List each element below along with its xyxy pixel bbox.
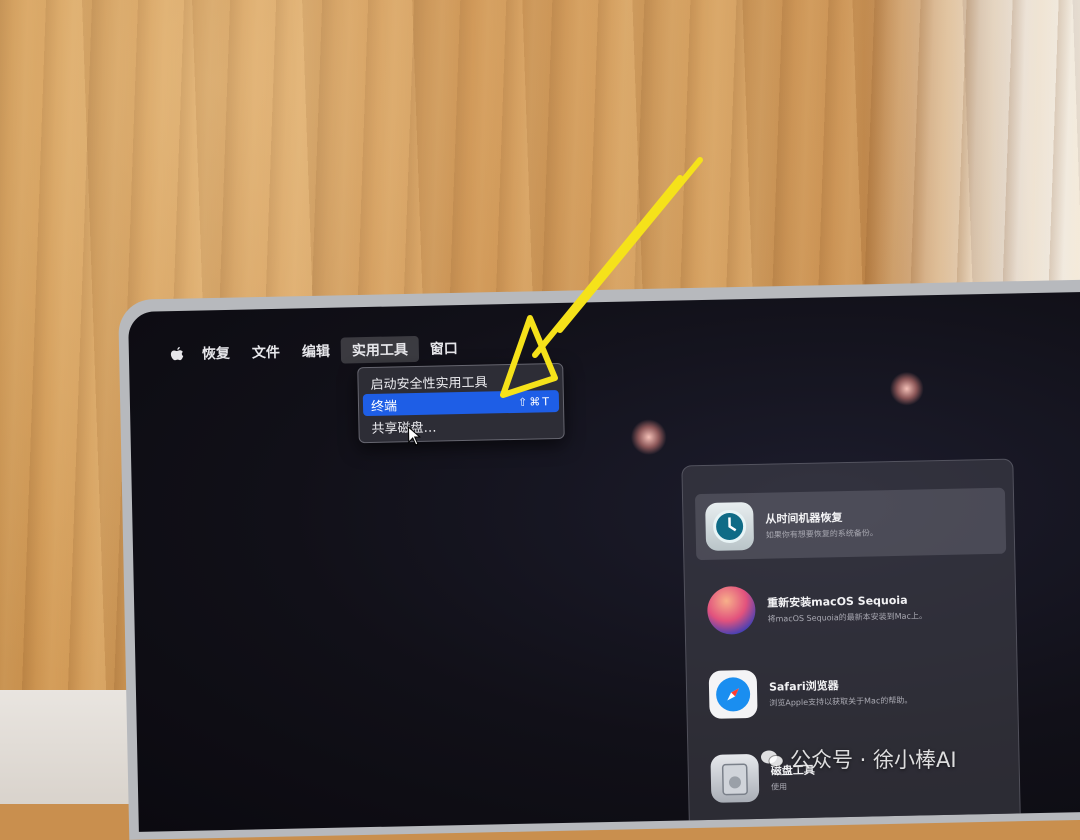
- option-title: 从时间机器恢复: [765, 511, 843, 526]
- menu-item-label: 启动安全性实用工具: [370, 374, 488, 393]
- menu-bar: 恢复 文件 编辑 实用工具 窗口: [169, 335, 469, 367]
- watermark-text: 公众号 · 徐小棒AI: [790, 748, 957, 772]
- light-reflection: [630, 418, 668, 456]
- menu-recovery[interactable]: 恢复: [191, 340, 242, 367]
- light-reflection: [889, 371, 925, 407]
- option-description: 使用: [770, 782, 788, 792]
- mouse-pointer-icon: [407, 426, 421, 446]
- menu-item-terminal[interactable]: 终端 ⇧⌘T: [362, 389, 560, 446]
- option-title: Safari浏览器: [768, 679, 839, 694]
- disk-utility-icon: [710, 753, 760, 803]
- option-description: 将macOS Sequoia的最新本安装到Mac上。: [767, 611, 928, 624]
- option-time-machine[interactable]: 从时间机器恢复 如果你有想要恢复的系统备份。: [694, 487, 1007, 561]
- menu-window[interactable]: 窗口: [419, 335, 470, 362]
- menu-item-label: 共享磁盘…: [371, 420, 437, 437]
- utilities-dropdown-menu: 启动安全性实用工具 终端 ⇧⌘T 共享磁盘…: [357, 362, 565, 446]
- recovery-options-panel: 从时间机器恢复 如果你有想要恢复的系统备份。 重新安装macOS Sequoia…: [681, 458, 1022, 832]
- macos-sequoia-icon: [706, 585, 756, 635]
- watermark: 公众号 · 徐小棒AI: [760, 744, 957, 774]
- menu-file[interactable]: 文件: [241, 339, 292, 366]
- option-reinstall-macos[interactable]: 重新安装macOS Sequoia 将macOS Sequoia的最新本安装到M…: [697, 572, 1008, 644]
- option-description: 如果你有想要恢复的系统备份。: [765, 528, 878, 540]
- menu-edit[interactable]: 编辑: [291, 338, 342, 365]
- keyboard-shortcut: ⇧⌘T: [517, 394, 552, 409]
- option-safari[interactable]: Safari浏览器 浏览Apple支持以获取关于Mac的帮助。: [698, 656, 1009, 728]
- option-title: 重新安装macOS Sequoia: [767, 593, 908, 610]
- time-machine-icon: [705, 501, 755, 551]
- menu-utilities[interactable]: 实用工具: [340, 335, 420, 364]
- option-description: 浏览Apple支持以获取关于Mac的帮助。: [769, 695, 913, 708]
- menu-item-share-disk[interactable]: 共享磁盘…: [363, 412, 559, 438]
- wechat-icon: [761, 750, 784, 767]
- desk-surface: [0, 690, 140, 804]
- safari-icon: [708, 669, 758, 719]
- apple-logo-icon[interactable]: [169, 345, 185, 363]
- menu-item-label: 终端: [370, 398, 398, 415]
